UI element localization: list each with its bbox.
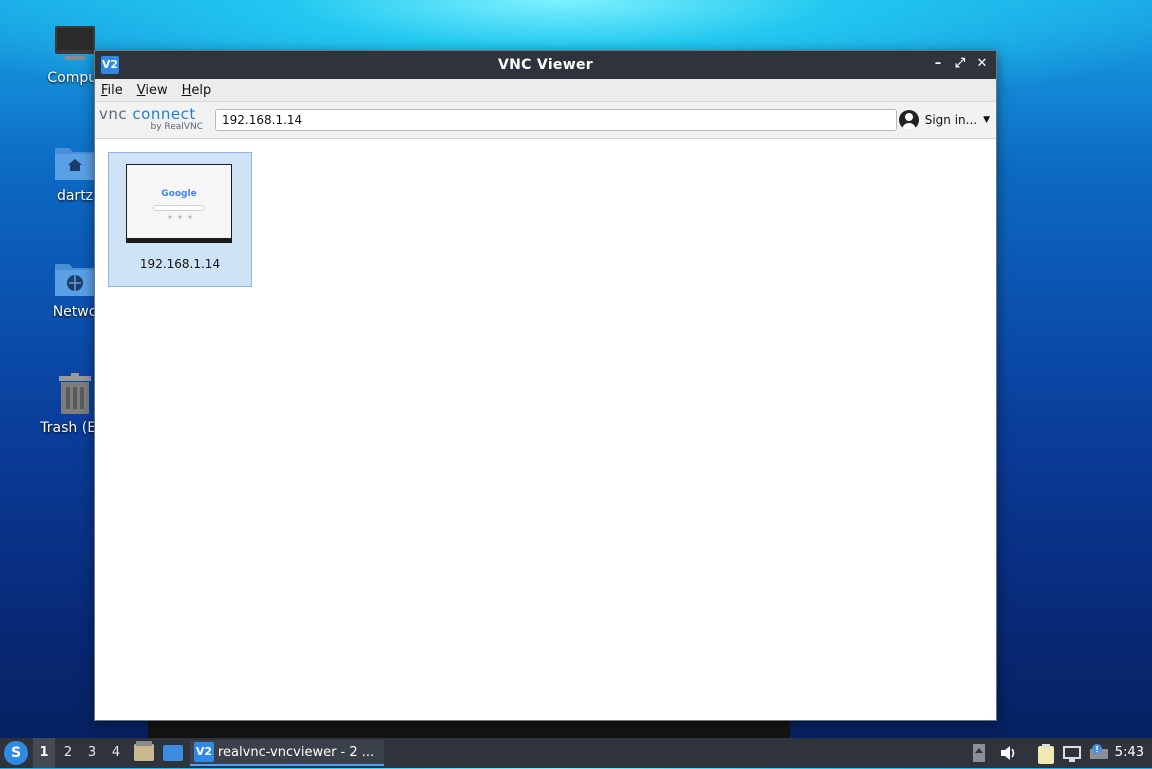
connections-area: Google 192.168.1.14 [95,139,996,720]
workspace-3[interactable]: 3 [81,738,103,768]
menu-bar: File View Help [95,79,996,102]
close-button[interactable]: ✕ [974,55,990,73]
toolbar: vnc connect by RealVNC Sign in... ▼ [95,102,996,139]
workspace-2[interactable]: 2 [57,738,79,768]
logo-subtitle: by RealVNC [150,122,203,132]
trash-icon [53,372,97,416]
taskbar: S 1 2 3 4 V2 realvnc-vncviewer - 2 ... 5… [0,738,1152,768]
vnc-connect-logo: vnc connect by RealVNC [99,106,209,134]
restore-button[interactable]: ⤢ [952,55,968,73]
menu-help[interactable]: Help [182,83,212,98]
notification-icon[interactable] [1089,743,1109,763]
start-menu-icon[interactable]: S [4,741,28,765]
vnc-viewer-window: V2 VNC Viewer – ⤢ ✕ File View Help vnc c… [94,50,997,721]
task-label: realvnc-vncviewer - 2 ... [218,744,375,760]
clock: 5:43 [1114,745,1144,760]
connection-label: 192.168.1.14 [139,257,221,271]
thumbnail-google-logo: Google [127,189,231,199]
tray-scroll-icon[interactable] [972,743,986,763]
show-desktop-icon[interactable] [163,745,183,761]
workspace-4[interactable]: 4 [105,738,127,768]
background-window-strip [148,720,790,738]
chevron-down-icon: ▼ [983,115,990,125]
menu-file[interactable]: File [101,83,123,98]
connection-tile[interactable]: Google 192.168.1.14 [108,152,252,287]
vnc-app-icon: V2 [194,742,214,762]
address-input[interactable] [215,109,897,131]
minimize-button[interactable]: – [930,55,946,73]
logo-brand-vnc: vnc [99,105,128,123]
clipboard-icon[interactable] [1036,743,1056,764]
connection-thumbnail: Google [126,164,232,243]
network-folder-icon [53,256,97,300]
menu-view[interactable]: View [137,83,168,98]
volume-icon[interactable] [999,743,1019,763]
window-title: VNC Viewer [498,57,593,73]
home-folder-icon [53,140,97,184]
computer-icon [53,22,97,66]
network-icon[interactable] [1062,743,1082,763]
sign-in-button[interactable]: Sign in... ▼ [898,109,990,131]
logo-brand-connect: connect [127,105,196,123]
window-titlebar[interactable]: V2 VNC Viewer – ⤢ ✕ [95,51,996,79]
sign-in-label: Sign in... [924,113,978,127]
file-manager-icon[interactable] [134,741,154,761]
workspace-1[interactable]: 1 [33,738,55,768]
thumbnail-text: Google [161,189,197,199]
taskbar-task-vncviewer[interactable]: V2 realvnc-vncviewer - 2 ... [190,740,384,766]
user-avatar-icon [898,110,919,130]
